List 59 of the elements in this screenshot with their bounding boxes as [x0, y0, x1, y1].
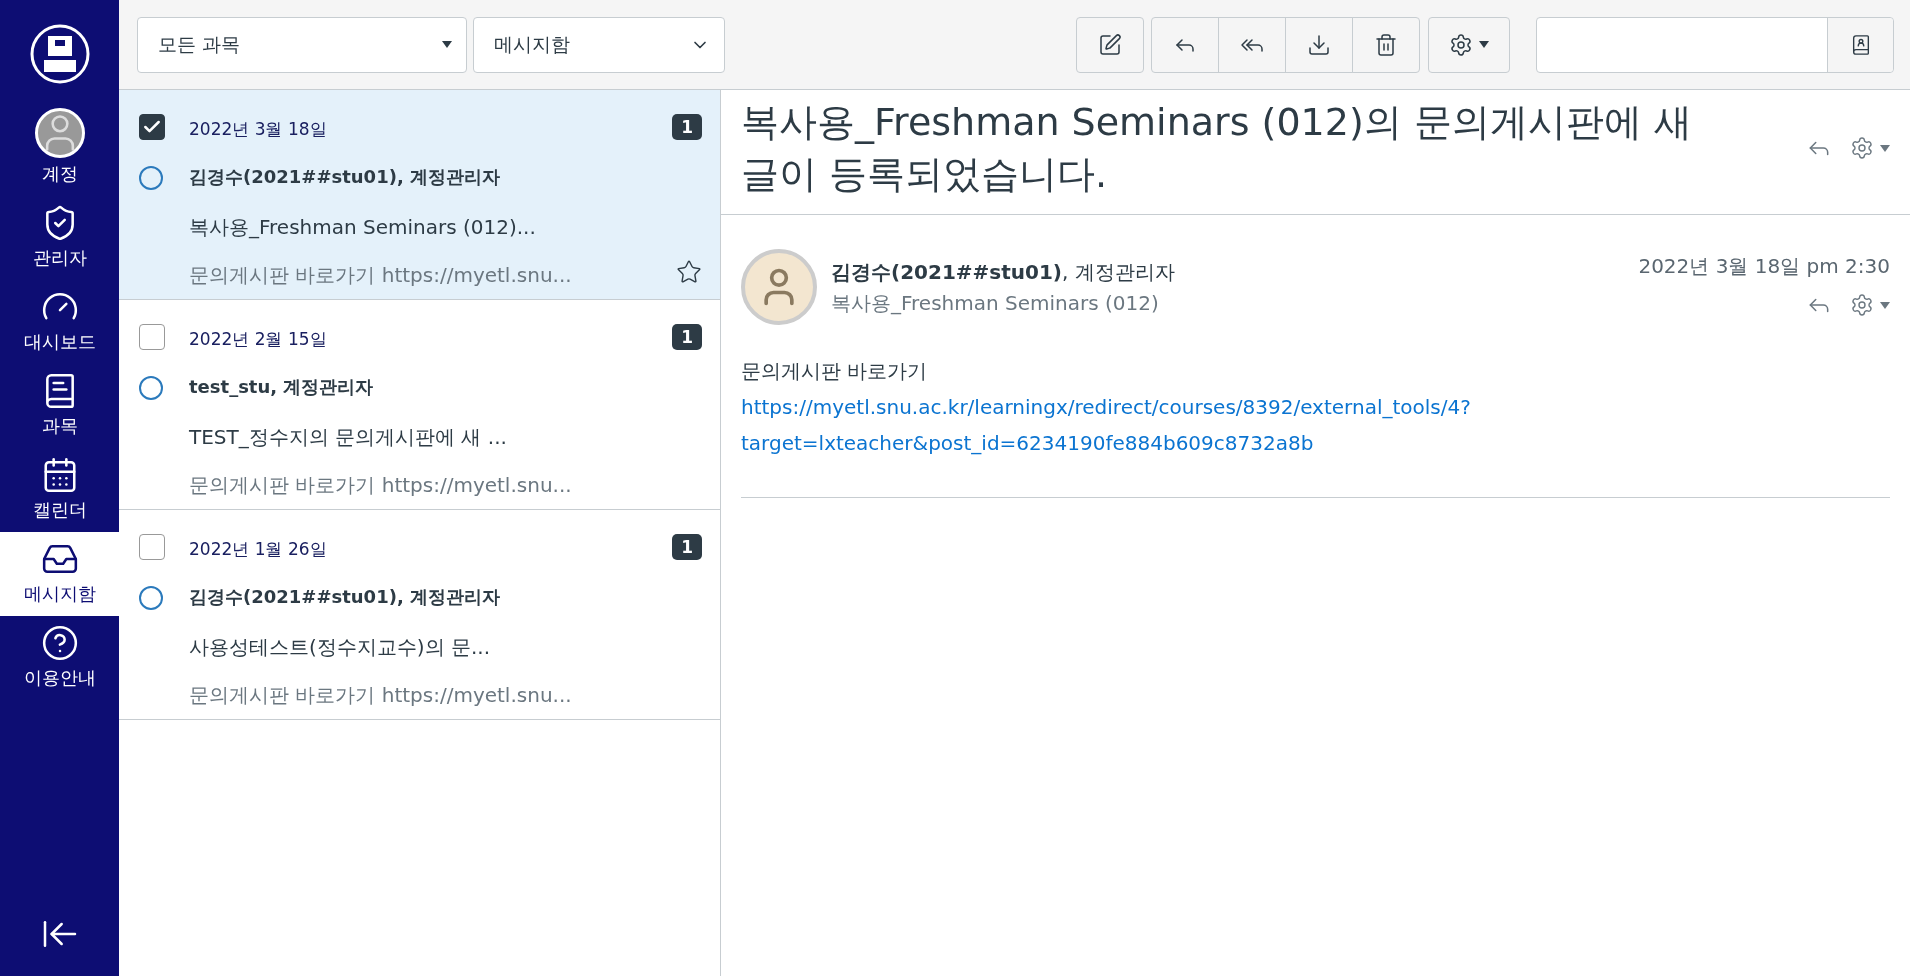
delete-button[interactable]	[1352, 16, 1420, 73]
search-field[interactable]	[1536, 16, 1894, 73]
compose-button[interactable]	[1076, 16, 1144, 73]
conversation-subject: 사용성테스트(정수지교수)의 문...	[189, 633, 492, 661]
caret-icon	[1880, 301, 1890, 309]
message-title: 복사용_Freshman Seminars (012)의 문의게시판에 새 글이 등록되었습니다.	[741, 99, 1693, 198]
conversation-date: 2022년 1월 26일	[189, 538, 328, 561]
user-avatar-icon	[34, 108, 85, 158]
course-name: 복사용_Freshman Seminars (012)	[831, 290, 1160, 317]
settings-icon	[1449, 32, 1473, 57]
conversation-preview: 문의게시판 바로가기 https://myetl.snu...	[189, 681, 573, 709]
message-count: 1	[672, 114, 702, 140]
nav-item[interactable]: 관리자	[0, 196, 119, 280]
settings-button[interactable]	[1850, 293, 1890, 317]
message-link[interactable]: https://myetl.snu.ac.kr/learningx/redirect/courses/8392/external_tools/4?target=lxteacher&post_id=6234190fe884b609c8732a8b	[741, 389, 1591, 461]
trash-icon	[1374, 32, 1398, 57]
caret-icon	[442, 41, 452, 48]
read-status-dot[interactable]	[139, 166, 163, 191]
message-count: 1	[672, 534, 702, 560]
reply-all-button[interactable]	[1218, 16, 1286, 73]
nav-item[interactable]: 캘린더	[0, 448, 119, 532]
download-button[interactable]	[1285, 16, 1353, 73]
conversation-sender: 김경수(2021##stu01), 계정관리자	[189, 585, 501, 610]
settings-button[interactable]	[1428, 16, 1510, 73]
help-icon	[40, 624, 79, 662]
settings-icon	[1850, 293, 1874, 317]
compose-icon	[1098, 32, 1122, 57]
read-status-dot[interactable]	[139, 586, 163, 611]
message-body: 문의게시판 바로가기	[741, 358, 929, 385]
conversation-date: 2022년 2월 15일	[189, 328, 328, 351]
star-icon[interactable]	[676, 258, 702, 285]
checkbox[interactable]	[139, 534, 165, 560]
checkbox[interactable]	[139, 114, 165, 140]
checkbox[interactable]	[139, 324, 165, 350]
conversation-sender: 김경수(2021##stu01), 계정관리자	[189, 165, 501, 190]
nav-item[interactable]: 메시지함	[0, 532, 119, 616]
conversation-preview: 문의게시판 바로가기 https://myetl.snu...	[189, 471, 573, 499]
message-count: 1	[672, 324, 702, 350]
nav-item[interactable]: 대시보드	[0, 280, 119, 364]
conversation-preview: 문의게시판 바로가기 https://myetl.snu...	[189, 261, 573, 289]
conversation-subject: 복사용_Freshman Seminars (012)...	[189, 213, 537, 241]
settings-icon	[1850, 136, 1874, 160]
sender-name: 김경수(2021##stu01), 계정관리자	[831, 259, 1176, 286]
nav-item[interactable]: 과목	[0, 364, 119, 448]
download-icon	[1307, 32, 1331, 57]
nav-item[interactable]: 계정	[0, 100, 119, 196]
conversation-item[interactable]: 2022년 3월 18일 1 김경수(2021##stu01), 계정관리자 복사용_Freshman Seminars (012)... 문의게시판 바로가기 https://myetl.snu...	[119, 90, 720, 300]
conversation-date: 2022년 3월 18일	[189, 118, 328, 141]
settings-button[interactable]	[1850, 136, 1890, 160]
read-status-dot[interactable]	[139, 376, 163, 401]
message-time: 2022년 3월 18일 pm 2:30	[1638, 253, 1890, 280]
conversation-sender: test_stu, 계정관리자	[189, 375, 375, 400]
mailbox-select[interactable]: 메시지함	[473, 16, 725, 73]
conversation-subject: TEST_정수지의 문의게시판에 새 ...	[189, 423, 508, 451]
caret-icon	[1479, 41, 1489, 48]
caret-icon	[1880, 144, 1890, 152]
address-book-button[interactable]	[1827, 17, 1893, 72]
nav-item[interactable]: 이용안내	[0, 616, 119, 700]
course-select[interactable]: 모든 과목	[137, 16, 467, 73]
